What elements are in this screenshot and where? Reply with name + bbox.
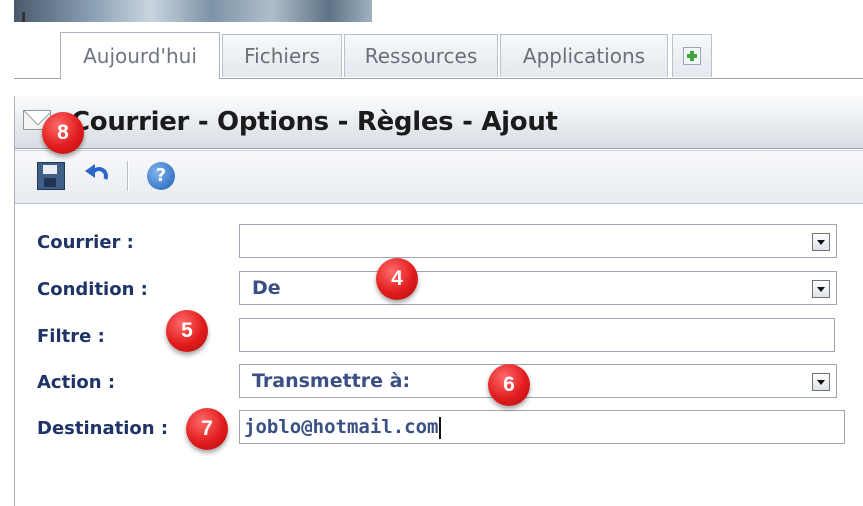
condition-label: Condition : bbox=[37, 279, 148, 300]
header-banner-image bbox=[14, 0, 372, 24]
rule-editor-panel: Courrier - Options - Règles - Ajout ? Co… bbox=[14, 96, 863, 506]
tab-label: Fichiers bbox=[244, 44, 320, 68]
add-tab-button[interactable] bbox=[672, 34, 712, 77]
callout-marker-5: 5 bbox=[166, 310, 208, 352]
courrier-select[interactable] bbox=[239, 224, 837, 258]
text-caret bbox=[439, 416, 442, 439]
callout-marker-8: 8 bbox=[42, 112, 84, 154]
filtre-label: Filtre : bbox=[37, 326, 105, 347]
tab-label: Aujourd'hui bbox=[83, 44, 197, 68]
tab-label: Applications bbox=[522, 44, 646, 68]
destination-value: joblo@hotmail.com bbox=[244, 416, 439, 438]
filtre-input[interactable] bbox=[239, 318, 835, 352]
toolbar-separator bbox=[127, 161, 129, 191]
condition-select[interactable]: De bbox=[239, 271, 837, 305]
chevron-down-icon[interactable] bbox=[812, 233, 830, 251]
destination-input[interactable]: joblo@hotmail.com bbox=[239, 410, 845, 444]
add-tab-icon bbox=[683, 47, 701, 65]
tab-ressources[interactable]: Ressources bbox=[344, 34, 498, 77]
tab-label: Ressources bbox=[364, 44, 478, 68]
toolbar: ? bbox=[15, 150, 863, 204]
destination-label: Destination : bbox=[37, 418, 169, 439]
chevron-down-icon[interactable] bbox=[812, 373, 830, 391]
courrier-label: Courrier : bbox=[37, 232, 134, 253]
save-icon[interactable] bbox=[37, 162, 65, 190]
help-icon[interactable]: ? bbox=[147, 162, 175, 190]
page-title: Courrier - Options - Règles - Ajout bbox=[71, 107, 558, 137]
panel-titlebar: Courrier - Options - Règles - Ajout bbox=[15, 96, 863, 149]
undo-arrowhead bbox=[85, 164, 95, 178]
tab-applications[interactable]: Applications bbox=[500, 34, 668, 77]
action-value: Transmettre à: bbox=[252, 370, 411, 392]
action-select[interactable]: Transmettre à: bbox=[239, 364, 837, 398]
callout-marker-4: 4 bbox=[376, 258, 418, 300]
chevron-down-icon[interactable] bbox=[812, 280, 830, 298]
callout-marker-7: 7 bbox=[186, 408, 228, 450]
undo-icon[interactable] bbox=[85, 162, 113, 190]
tab-bar: Aujourd'hui Fichiers Ressources Applicat… bbox=[14, 22, 863, 79]
callout-marker-6: 6 bbox=[488, 364, 530, 406]
tab-aujourdhui[interactable]: Aujourd'hui bbox=[60, 32, 220, 79]
tab-fichiers[interactable]: Fichiers bbox=[222, 34, 342, 77]
condition-value: De bbox=[252, 277, 281, 299]
action-label: Action : bbox=[37, 372, 116, 393]
